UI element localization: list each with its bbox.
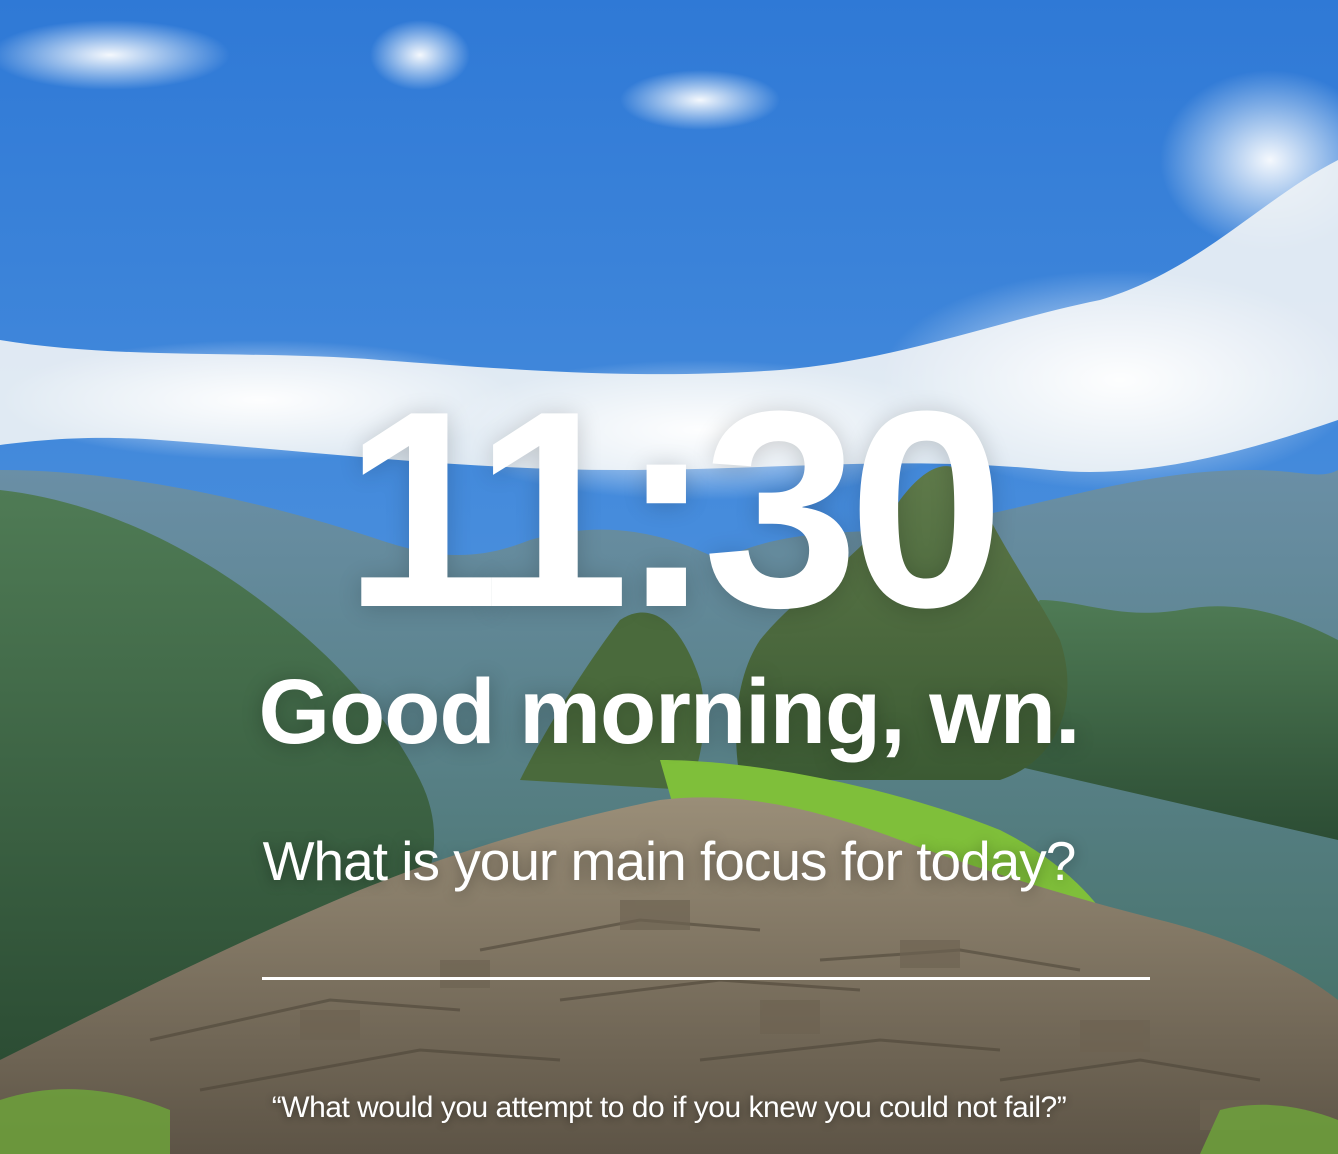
greeting-name[interactable]: wn. — [929, 661, 1080, 763]
greeting-prefix: Good morning, — [258, 661, 930, 763]
quote-text[interactable]: “What would you attempt to do if you kne… — [0, 1088, 1338, 1128]
focus-prompt: What is your main focus for today? — [262, 830, 1077, 892]
clock-time: 11:30 — [343, 354, 1005, 666]
greeting: Good morning, wn. — [0, 662, 1338, 762]
dashboard-overlay: 11:30 Good morning, wn. What is your mai… — [0, 0, 1338, 1154]
focus-input[interactable] — [262, 918, 1150, 980]
